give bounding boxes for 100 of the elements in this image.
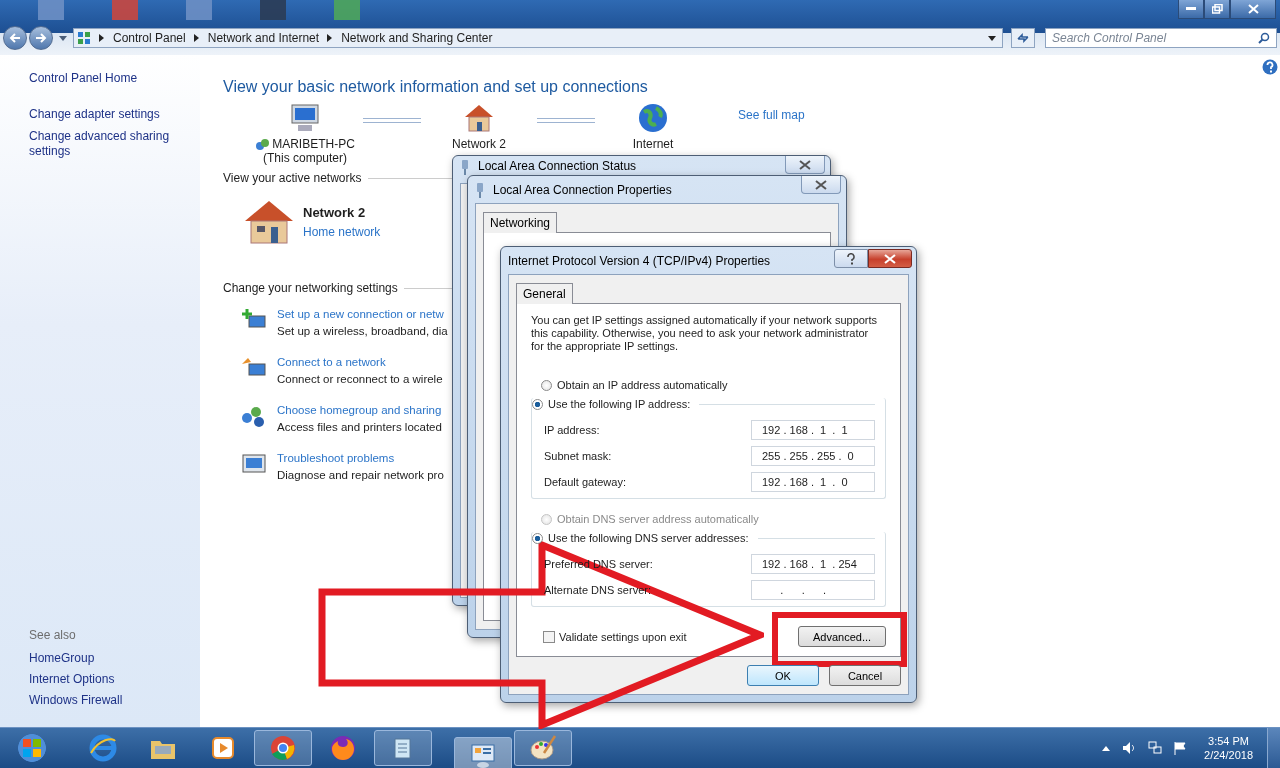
node-label: MARIBETH-PC <box>272 137 355 151</box>
network-icon[interactable] <box>1148 741 1163 755</box>
see-also-link[interactable]: Internet Options <box>29 672 200 686</box>
cancel-button[interactable]: Cancel <box>829 665 901 686</box>
dialog-title: Local Area Connection Properties <box>493 182 672 197</box>
see-full-map-link[interactable]: See full map <box>738 108 805 122</box>
see-also-link[interactable]: Windows Firewall <box>29 693 200 707</box>
tab[interactable]: Networking <box>483 212 558 233</box>
see-also-heading: See also <box>29 628 77 642</box>
dialog-title: Internet Protocol Version 4 (TCP/IPv4) Properties <box>508 253 771 268</box>
refresh-button[interactable] <box>1011 28 1035 48</box>
task-description: Access files and printers located <box>277 421 442 433</box>
globe-icon[interactable] <box>636 103 670 133</box>
show-desktop-button[interactable] <box>1267 728 1280 768</box>
restore-icon <box>1211 4 1223 14</box>
dialog-title: Local Area Connection Status <box>478 159 637 173</box>
network-cable-icon <box>460 159 470 175</box>
network-icon <box>255 137 270 151</box>
ip-address-field[interactable]: 192 . 168 . 1 . 1 <box>751 420 875 440</box>
right-arrow-icon <box>35 33 47 43</box>
close-icon <box>884 253 896 264</box>
breadcrumb-arrow-icon[interactable] <box>99 34 105 42</box>
close-button[interactable] <box>868 249 912 268</box>
forward-button[interactable] <box>29 26 53 50</box>
e-letter-icon <box>88 733 118 763</box>
section-heading: Change your networking settings <box>223 281 398 295</box>
field-label: Subnet mask: <box>544 450 612 462</box>
network-type-link[interactable]: Home network <box>303 225 381 239</box>
advanced-button[interactable]: Advanced... <box>798 626 886 647</box>
connector-line <box>363 118 421 123</box>
help-button[interactable] <box>834 249 868 268</box>
breadcrumb-item[interactable]: Network and Sharing Center <box>341 31 493 45</box>
minimize-button[interactable] <box>1178 0 1204 19</box>
close-button[interactable] <box>801 176 841 194</box>
computer-icon[interactable] <box>288 103 322 133</box>
radio-label: Use the following DNS server addresses: <box>548 532 749 544</box>
field-label: Default gateway: <box>544 476 626 488</box>
node-label: Internet <box>632 137 674 151</box>
sidebar-link[interactable]: Change adapter settings <box>29 107 179 122</box>
breadcrumb-arrow-icon[interactable] <box>327 34 334 42</box>
radio-button[interactable] <box>532 532 543 544</box>
restore-button[interactable] <box>1204 0 1230 19</box>
fox-globe-icon <box>328 733 358 763</box>
sidebar-link[interactable]: Control Panel Home <box>29 71 179 86</box>
sidebar-link[interactable]: Change advanced sharing settings <box>29 129 179 159</box>
section-heading: View your active networks <box>223 171 362 185</box>
search-field[interactable]: Search Control Panel <box>1045 28 1277 48</box>
network-name: Network 2 <box>303 205 367 220</box>
search-icon <box>1258 32 1270 44</box>
question-mark-icon <box>846 252 856 265</box>
close-button[interactable] <box>785 156 825 174</box>
clock-time: 3:54 PM <box>1208 735 1249 747</box>
palette-icon <box>528 733 558 763</box>
radio-label: Use the following IP address: <box>548 398 691 410</box>
connector-line <box>537 118 595 123</box>
minimize-icon <box>1186 7 1196 11</box>
task-description: Set up a wireless, broadband, dia <box>277 325 448 337</box>
caret-up-icon[interactable] <box>1102 745 1111 751</box>
field-label: IP address: <box>544 424 600 436</box>
breadcrumb-arrow-icon[interactable] <box>193 34 200 42</box>
radio-button[interactable] <box>541 379 552 391</box>
close-button[interactable] <box>1230 0 1276 19</box>
speaker-icon[interactable] <box>1122 741 1137 755</box>
radio-button[interactable] <box>532 398 543 410</box>
task-description: Diagnose and repair network pro <box>277 469 444 481</box>
task-link[interactable]: Choose homegroup and sharing <box>277 404 442 416</box>
ip-address-field[interactable]: 192 . 168 . 1 . 0 <box>751 472 875 492</box>
flag-icon[interactable] <box>1174 741 1187 755</box>
task-description: Connect or reconnect to a wirele <box>277 373 443 385</box>
circle-logo-icon <box>268 733 298 763</box>
task-link[interactable]: Set up a new connection or netw <box>277 308 448 320</box>
ip-address-field[interactable]: 192 . 168 . 1 . 254 <box>751 554 875 574</box>
close-icon <box>815 179 827 190</box>
task-link[interactable]: Connect to a network <box>277 356 443 368</box>
task-link[interactable]: Troubleshoot problems <box>277 452 444 464</box>
tab[interactable]: General <box>516 283 573 304</box>
ip-address-field[interactable]: 255 . 255 . 255 . 0 <box>751 446 875 466</box>
left-arrow-icon <box>9 33 21 43</box>
ip-address-field[interactable]: . . . <box>751 580 875 600</box>
breadcrumb-item[interactable]: Network and Internet <box>207 31 320 45</box>
radio-label: Obtain an IP address automatically <box>557 379 728 391</box>
clock[interactable]: 3:54 PM 2/24/2018 <box>1204 735 1253 761</box>
page-heading: View your basic network information and set up connections <box>223 78 649 96</box>
node-label: Network 2 <box>452 137 506 151</box>
network-nodes-icon <box>241 404 267 428</box>
taskbar-app-button[interactable] <box>514 730 572 766</box>
refresh-icon <box>1016 32 1030 44</box>
close-icon <box>1247 4 1259 14</box>
ok-button[interactable]: OK <box>747 665 819 686</box>
description-text: You can get IP settings assigned automatically if your network supports this capability. Otherwise, you need to ask your network administrator for the appropriate IP settings. <box>531 314 879 353</box>
caret-icon[interactable] <box>988 35 996 41</box>
help-icon[interactable] <box>1262 59 1278 75</box>
network-icon <box>77 31 91 45</box>
checkbox-label: Validate settings upon exit <box>559 630 687 643</box>
back-button[interactable] <box>3 26 27 50</box>
see-also-link[interactable]: HomeGroup <box>29 651 200 665</box>
address-bar[interactable]: Control Panel Network and Internet Network and Sharing Center <box>73 28 1003 48</box>
taskbar-app-button[interactable] <box>374 730 432 766</box>
checkbox[interactable] <box>543 630 555 643</box>
breadcrumb-item[interactable]: Control Panel <box>113 31 186 45</box>
